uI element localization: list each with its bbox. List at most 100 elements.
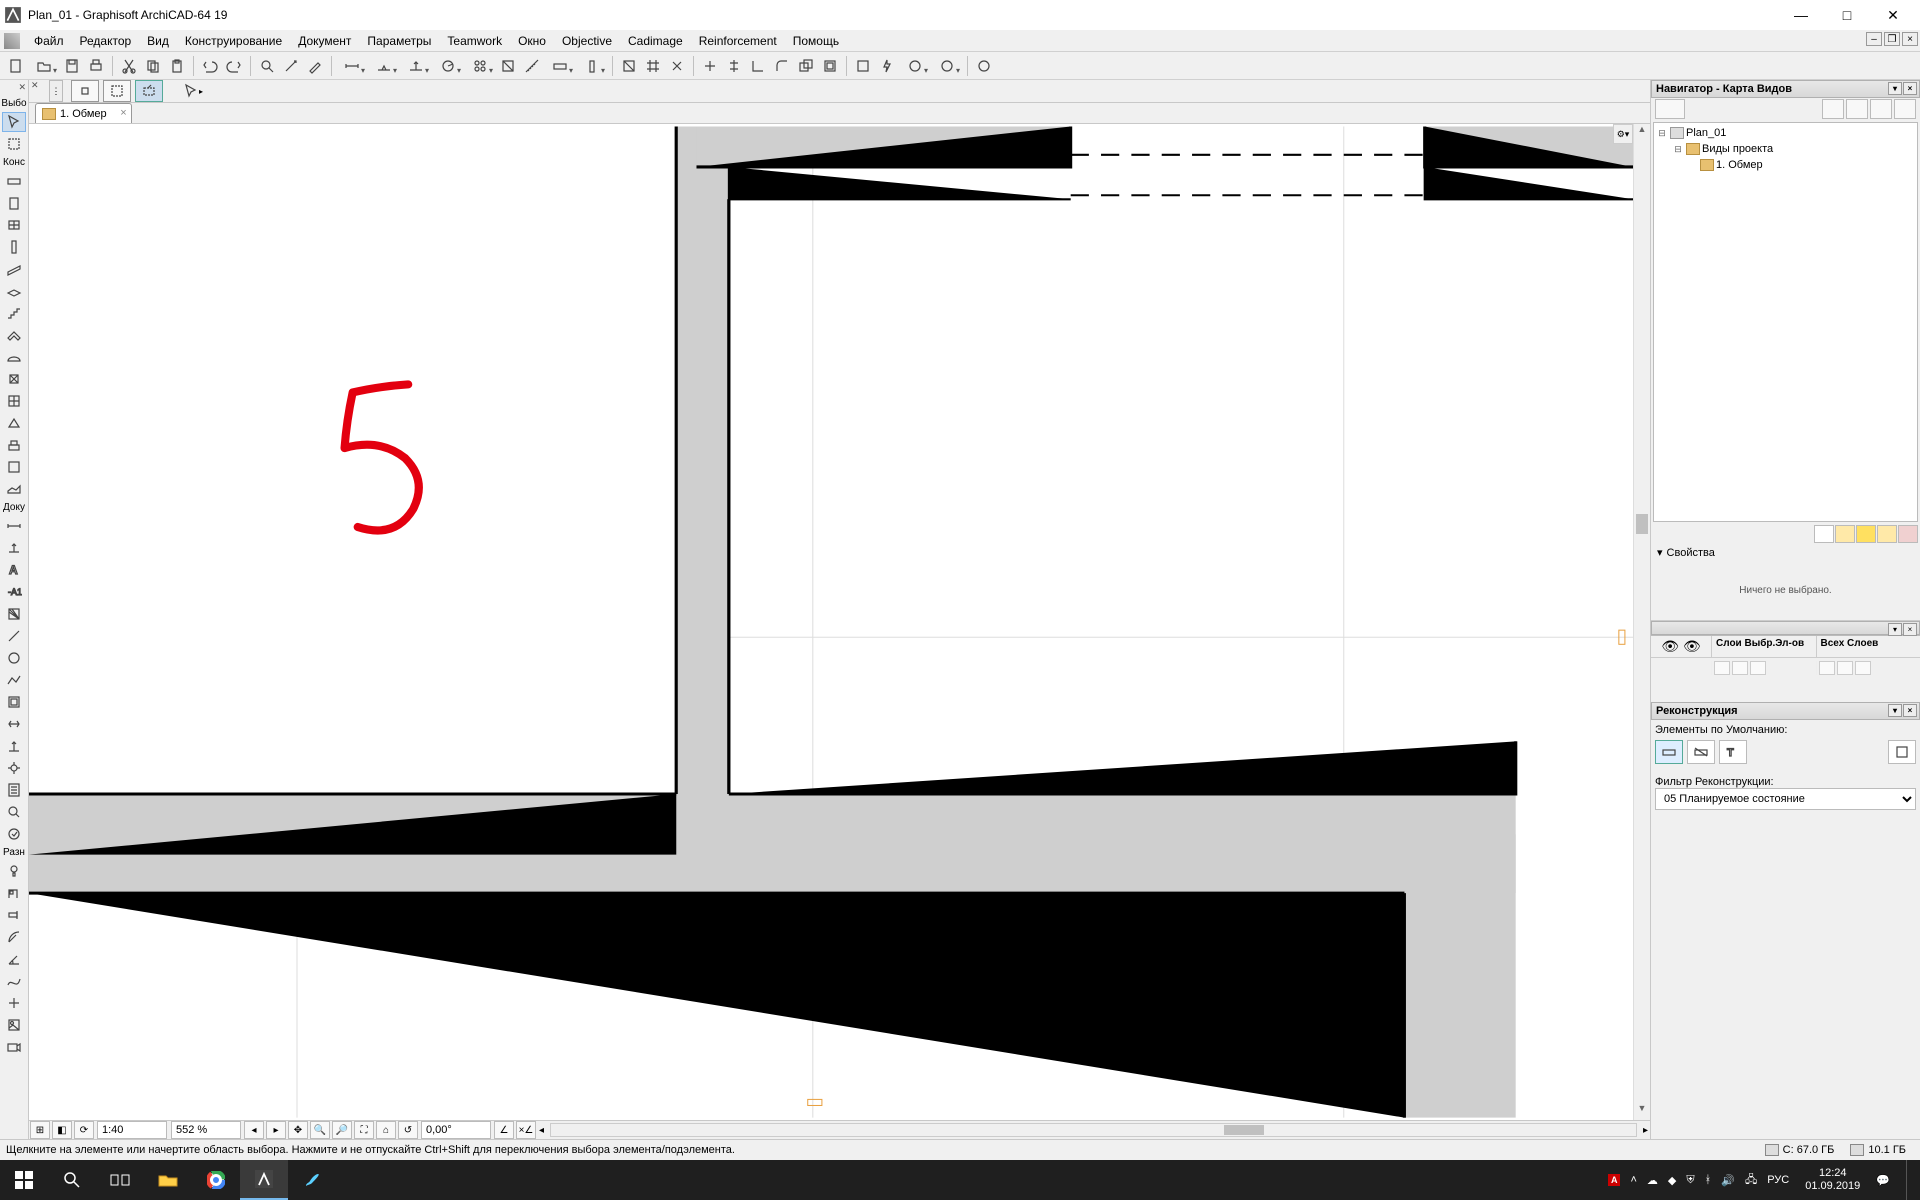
geom-single-button[interactable] — [71, 80, 99, 102]
notifications-tray-icon[interactable]: 💬 — [1876, 1174, 1890, 1187]
skylight-tool[interactable] — [2, 369, 26, 389]
angle-lock-button[interactable]: ∠ — [494, 1121, 514, 1139]
trim-button[interactable] — [699, 55, 721, 77]
h-scroll-thumb[interactable] — [1224, 1125, 1264, 1135]
fill-tool[interactable] — [2, 604, 26, 624]
lamp-tool[interactable] — [2, 861, 26, 881]
shell-tool[interactable] — [2, 347, 26, 367]
menu-document[interactable]: Документ — [290, 32, 359, 50]
eye-sel-icon[interactable]: 👁 — [1683, 638, 1701, 655]
window-tool[interactable] — [2, 215, 26, 235]
shield-tray-icon[interactable]: ⛨ — [1686, 1174, 1694, 1187]
intersect-button[interactable] — [795, 55, 817, 77]
tree-root[interactable]: ⊟ Plan_01 — [1656, 125, 1915, 141]
hotspot-tool[interactable] — [2, 993, 26, 1013]
camera-tool[interactable] — [2, 1037, 26, 1057]
volume-tray-icon[interactable]: 🔊 — [1721, 1174, 1735, 1187]
navigator-close-icon[interactable]: × — [1903, 82, 1917, 95]
mdi-restore[interactable]: ❐ — [1884, 32, 1900, 46]
mesh-tool[interactable] — [2, 479, 26, 499]
layers-close-icon[interactable]: × — [1903, 623, 1917, 636]
layer-show-icon[interactable] — [1837, 661, 1853, 675]
zoom-next-button[interactable]: ▸ — [266, 1121, 286, 1139]
menu-reinforcement[interactable]: Reinforcement — [691, 32, 785, 50]
column-drop-button[interactable] — [577, 55, 607, 77]
paint-taskbar-button[interactable] — [288, 1160, 336, 1200]
interior-elev-tool[interactable] — [2, 758, 26, 778]
eye-all-icon[interactable]: 👁 — [1661, 638, 1679, 655]
nav-chooser-button[interactable] — [1655, 99, 1685, 119]
layers-pin-icon[interactable]: ▾ — [1888, 623, 1902, 636]
line-tool[interactable] — [2, 626, 26, 646]
morph-button[interactable] — [900, 55, 930, 77]
restore-button[interactable]: ↺ — [398, 1121, 418, 1139]
text-tool[interactable]: A — [2, 560, 26, 580]
arc-tool[interactable] — [2, 648, 26, 668]
beam-tool[interactable] — [2, 259, 26, 279]
section-tool[interactable] — [2, 714, 26, 734]
drawing-canvas[interactable]: ⚙▾ — [29, 124, 1633, 1120]
slab-tool[interactable] — [2, 281, 26, 301]
recon-existing-button[interactable] — [1655, 740, 1683, 764]
menu-cadimage[interactable]: Cadimage — [620, 32, 691, 50]
scroll-down-icon[interactable]: ▼ — [1634, 1103, 1650, 1120]
arrow-options-button[interactable]: ▸ — [179, 80, 207, 102]
save-button[interactable] — [61, 55, 83, 77]
new-button[interactable] — [5, 55, 27, 77]
radial-dim-tool[interactable] — [2, 927, 26, 947]
dim-radial-button[interactable] — [433, 55, 463, 77]
spline-tool[interactable] — [2, 971, 26, 991]
nav-btn-delete[interactable] — [1898, 525, 1918, 543]
roof-tool[interactable] — [2, 325, 26, 345]
recon-filter-select[interactable]: 05 Планируемое состояние — [1655, 788, 1916, 810]
print-button[interactable] — [85, 55, 107, 77]
dim-elev-button[interactable] — [401, 55, 431, 77]
menu-options[interactable]: Параметры — [359, 32, 439, 50]
scroll-up-icon[interactable]: ▲ — [1634, 124, 1650, 141]
split-button[interactable] — [723, 55, 745, 77]
open-button[interactable] — [29, 55, 59, 77]
amd-tray-icon[interactable]: ◆ — [1668, 1174, 1676, 1187]
nav-btn-2[interactable] — [1835, 525, 1855, 543]
nav-btn-1[interactable] — [1814, 525, 1834, 543]
elevation-tool[interactable] — [2, 736, 26, 756]
language-indicator[interactable]: РУС — [1767, 1174, 1789, 1186]
zoom-out-button[interactable]: 🔎 — [332, 1121, 352, 1139]
layer-lock-icon[interactable] — [1714, 661, 1730, 675]
window-minimize-button[interactable]: — — [1778, 0, 1824, 30]
window-close-button[interactable]: ✕ — [1870, 0, 1916, 30]
menu-teamwork[interactable]: Teamwork — [439, 32, 510, 50]
redo-button[interactable] — [223, 55, 245, 77]
worksheet-tool[interactable] — [2, 780, 26, 800]
object-tool[interactable] — [2, 435, 26, 455]
change-tool[interactable] — [2, 824, 26, 844]
geom-panel-close-icon[interactable]: ✕ — [31, 80, 39, 91]
quick-options-button[interactable]: ⊞ — [30, 1121, 50, 1139]
tab-close-icon[interactable]: × — [120, 107, 126, 119]
recon-new-button[interactable]: T — [1719, 740, 1747, 764]
menu-edit[interactable]: Редактор — [72, 32, 140, 50]
layer-3d-icon[interactable] — [1750, 661, 1766, 675]
grid-snap-button[interactable] — [642, 55, 664, 77]
morph-tool[interactable] — [2, 413, 26, 433]
zone-tool[interactable] — [2, 457, 26, 477]
menu-design[interactable]: Конструирование — [177, 32, 290, 50]
adobe-tray-icon[interactable]: A — [1608, 1174, 1621, 1186]
column-tool[interactable] — [2, 237, 26, 257]
arrow-tool[interactable] — [2, 112, 26, 132]
angle-reset-button[interactable]: ×∠ — [516, 1121, 536, 1139]
pick-button[interactable] — [280, 55, 302, 77]
wall-drop-button[interactable] — [545, 55, 575, 77]
nav-btn-3[interactable] — [1856, 525, 1876, 543]
tree-collapse-icon[interactable]: ⊟ — [1656, 128, 1668, 139]
dim-level-button[interactable] — [369, 55, 399, 77]
layer-lock-icon[interactable] — [1819, 661, 1835, 675]
horizontal-scrollbar[interactable] — [550, 1123, 1637, 1137]
app-menu-icon[interactable] — [4, 33, 20, 49]
paste-button[interactable] — [166, 55, 188, 77]
layer-3d-icon[interactable] — [1855, 661, 1871, 675]
marquee-tool[interactable] — [2, 134, 26, 154]
tree-collapse-icon[interactable]: ⊟ — [1672, 144, 1684, 155]
bluetooth-tray-icon[interactable]: ᚼ — [1705, 1174, 1712, 1186]
nav-viewmap-button[interactable] — [1846, 99, 1868, 119]
